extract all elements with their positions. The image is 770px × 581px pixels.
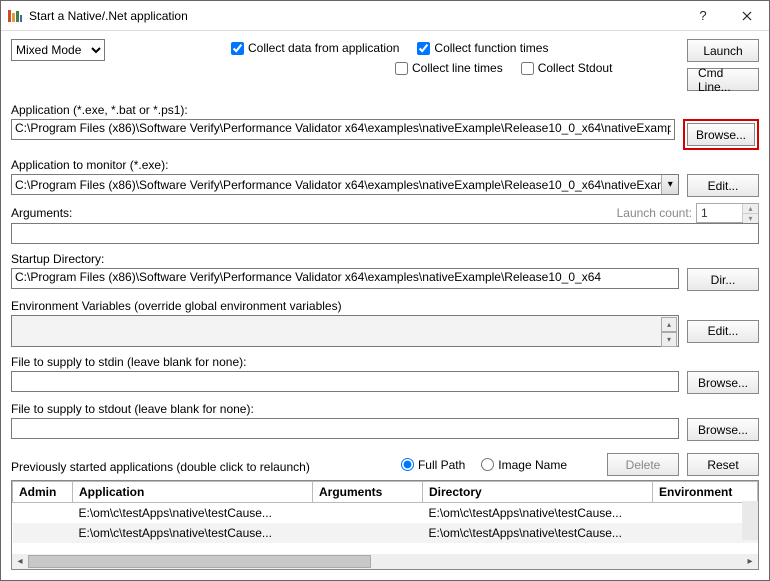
col-application[interactable]: Application [73,482,313,503]
startup-dir-input[interactable]: C:\Program Files (x86)\Software Verify\P… [11,268,679,289]
table-row[interactable]: E:\om\c\testApps\native\testCause... E:\… [13,523,758,543]
browse-highlight: Browse... [683,119,759,150]
env-vars-input[interactable]: ▴ ▾ [11,315,679,347]
col-environment[interactable]: Environment [653,482,758,503]
chevron-up-icon[interactable]: ▴ [743,204,758,213]
dialog-window: Start a Native/.Net application ? Mixed … [0,0,770,581]
image-name-radio[interactable]: Image Name [481,458,567,472]
app-monitor-edit-button[interactable]: Edit... [687,174,759,197]
help-button[interactable]: ? [681,2,725,30]
app-monitor-label: Application to monitor (*.exe): [11,158,759,172]
table-row[interactable]: E:\om\c\testApps\native\testCause... E:\… [13,503,758,524]
stdin-label: File to supply to stdin (leave blank for… [11,355,759,369]
stdin-browse-button[interactable]: Browse... [687,371,759,394]
prev-apps-label: Previously started applications (double … [11,460,401,474]
launch-count-group: Launch count: 1 ▴▾ [617,203,759,223]
collect-stdout-checkbox[interactable]: Collect Stdout [521,59,613,77]
chevron-right-icon[interactable]: ▸ [742,554,758,569]
collect-data-checkbox[interactable]: Collect data from application [231,39,399,57]
app-monitor-select[interactable]: C:\Program Files (x86)\Software Verify\P… [11,174,679,195]
stdout-browse-button[interactable]: Browse... [687,418,759,441]
scroll-thumb[interactable] [28,555,371,568]
horizontal-scrollbar[interactable]: ◂ ▸ [12,554,758,569]
delete-button[interactable]: Delete [607,453,679,476]
env-vars-label: Environment Variables (override global e… [11,299,759,313]
application-label: Application (*.exe, *.bat or *.ps1): [11,103,759,117]
col-admin[interactable]: Admin [13,482,73,503]
full-path-radio[interactable]: Full Path [401,458,465,472]
stdout-input[interactable] [11,418,679,439]
chevron-down-icon[interactable]: ▾ [661,332,677,347]
launch-count-stepper[interactable]: 1 ▴▾ [696,203,759,223]
launch-count-label: Launch count: [617,206,692,220]
col-directory[interactable]: Directory [423,482,653,503]
mode-select[interactable]: Mixed Mode [11,39,105,61]
collect-function-times-checkbox[interactable]: Collect function times [417,39,548,57]
env-edit-button[interactable]: Edit... [687,320,759,343]
stdout-label: File to supply to stdout (leave blank fo… [11,402,759,416]
cmdline-button[interactable]: Cmd Line... [687,68,759,91]
app-icon [7,8,23,24]
arguments-input[interactable] [11,223,759,244]
application-input[interactable]: C:\Program Files (x86)\Software Verify\P… [11,119,675,140]
chevron-up-icon[interactable]: ▴ [661,317,677,332]
titlebar: Start a Native/.Net application ? [1,1,769,31]
chevron-down-icon[interactable]: ▾ [661,175,678,194]
close-button[interactable] [725,2,769,30]
window-title: Start a Native/.Net application [29,9,681,23]
stdin-input[interactable] [11,371,679,392]
collect-line-times-checkbox[interactable]: Collect line times [395,59,503,77]
dir-button[interactable]: Dir... [687,268,759,291]
prev-apps-table[interactable]: Admin Application Arguments Directory En… [11,480,759,570]
vertical-scrollbar[interactable] [742,501,758,540]
arguments-label: Arguments: [11,206,72,220]
launch-button[interactable]: Launch [687,39,759,62]
reset-button[interactable]: Reset [687,453,759,476]
chevron-down-icon[interactable]: ▾ [743,213,758,223]
startup-dir-label: Startup Directory: [11,252,759,266]
chevron-left-icon[interactable]: ◂ [12,554,28,569]
application-browse-button[interactable]: Browse... [687,123,755,146]
col-arguments[interactable]: Arguments [313,482,423,503]
